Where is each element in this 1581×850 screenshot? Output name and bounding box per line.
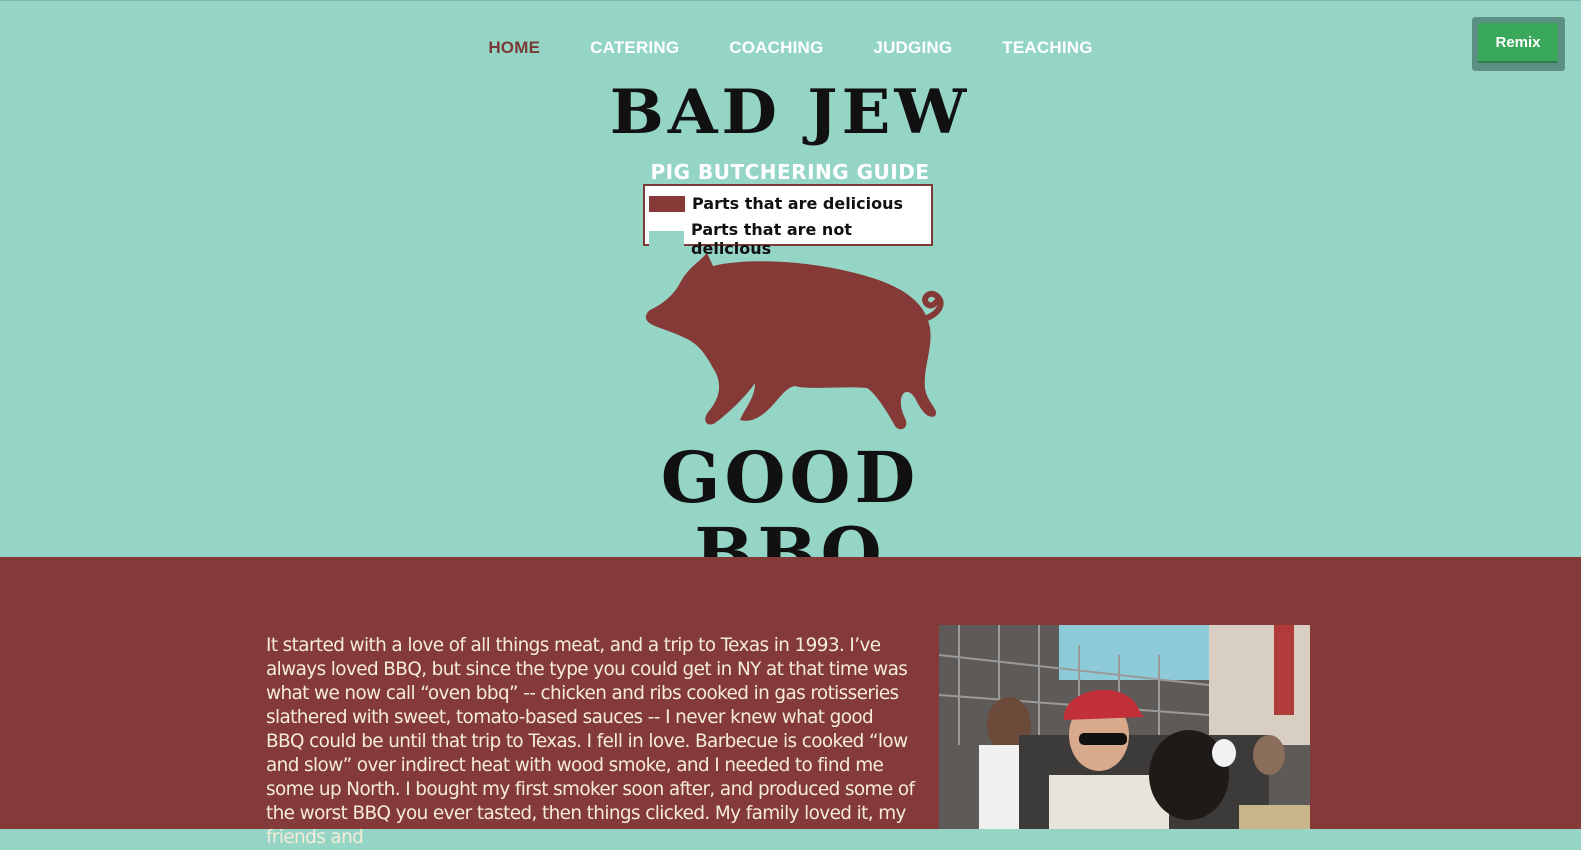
nav-catering[interactable]: CATERING <box>565 38 704 58</box>
main-nav: HOME CATERING COACHING JUDGING TEACHING <box>0 38 1581 58</box>
legend-box: Parts that are delicious Parts that are … <box>643 184 933 258</box>
photo-scene <box>939 625 1310 829</box>
guide-title: PIG BUTCHERING GUIDE <box>650 160 930 184</box>
nav-home[interactable]: HOME <box>463 38 565 58</box>
hero-logo: BAD JEW PIG BUTCHERING GUIDE Parts that … <box>560 76 1020 591</box>
nav-coaching[interactable]: COACHING <box>704 38 848 58</box>
remix-button[interactable]: Remix <box>1478 23 1558 63</box>
not-delicious-swatch <box>649 231 685 247</box>
bbq-photo <box>939 625 1310 829</box>
logo-title-top: BAD JEW <box>609 76 971 149</box>
nav-judging[interactable]: JUDGING <box>848 38 977 58</box>
about-section: It started with a love of all things mea… <box>0 557 1581 848</box>
top-border <box>0 0 1581 1</box>
story-paragraph: It started with a love of all things mea… <box>266 635 915 848</box>
remix-container: Remix <box>1472 17 1565 71</box>
legend-row-delicious: Parts that are delicious <box>649 194 903 213</box>
nav-teaching[interactable]: TEACHING <box>977 38 1117 58</box>
delicious-swatch <box>649 195 685 212</box>
legend-label-delicious: Parts that are delicious <box>692 194 904 213</box>
pig-silhouette-icon <box>645 253 944 430</box>
